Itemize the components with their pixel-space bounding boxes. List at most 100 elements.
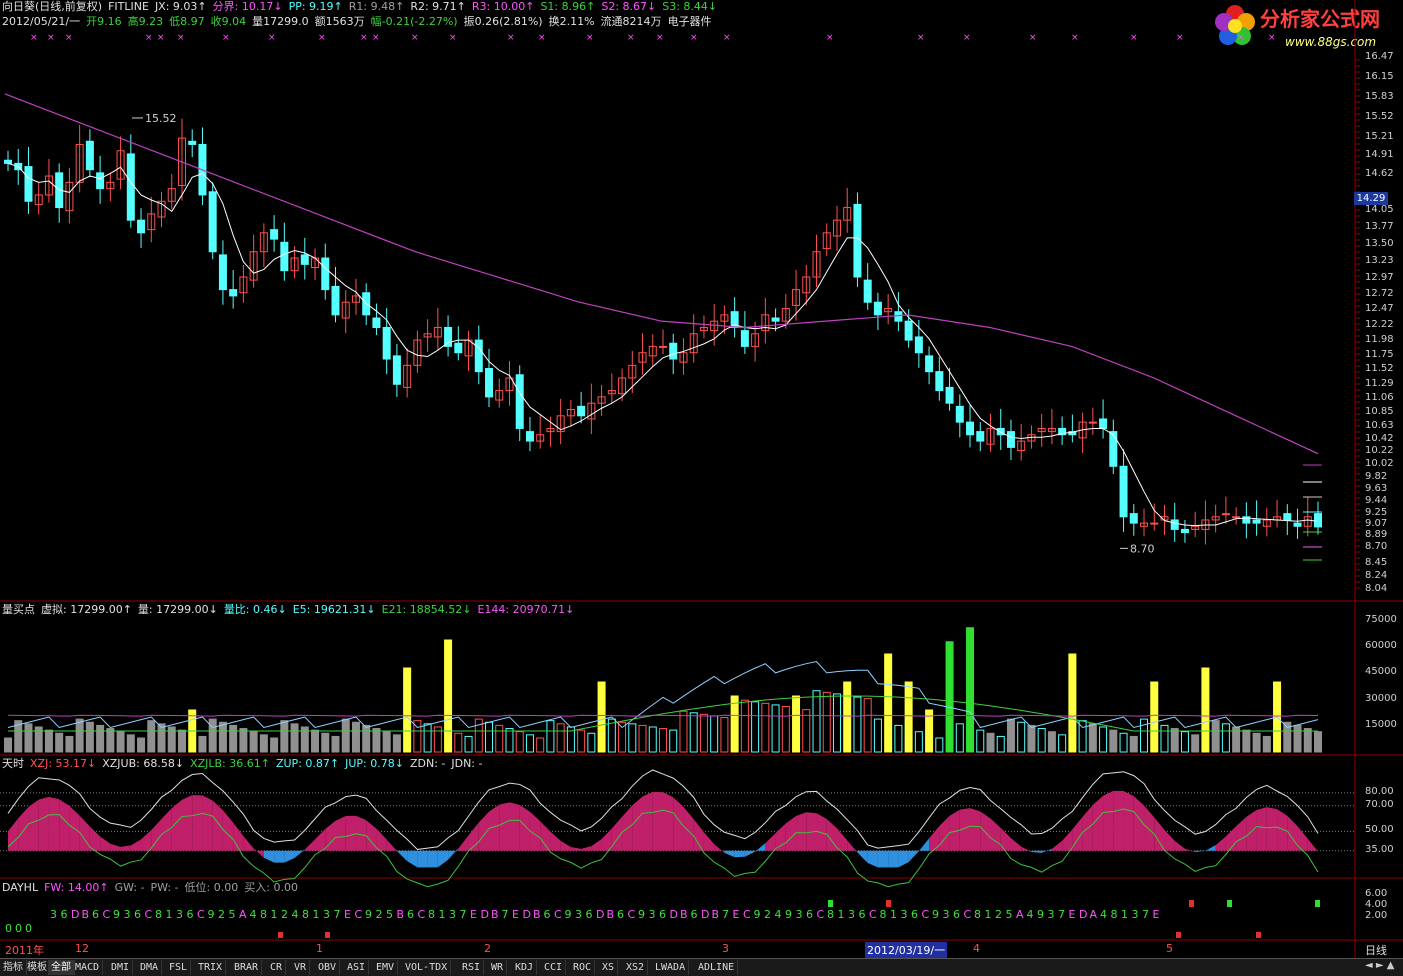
dayhl-code: E (1153, 908, 1160, 921)
osc-area (908, 850, 919, 863)
dayhl-code: 3 (1132, 908, 1139, 921)
osc_header-field: ZUP: 0.87↑ (275, 757, 340, 770)
dayhl-code: 6 (61, 908, 68, 921)
volume_header-field: 量比: 0.46↓ (223, 603, 287, 616)
osc-area (499, 802, 510, 851)
tab-lwada[interactable]: LWADA (652, 960, 690, 975)
tab-wr[interactable]: WR (488, 960, 508, 975)
tab-rsi[interactable]: RSI (459, 960, 485, 975)
volume-bar (229, 724, 238, 753)
tab-roc[interactable]: ROC (570, 960, 596, 975)
tab-cci[interactable]: CCI (541, 960, 567, 975)
price-tick: 11.75 (1365, 348, 1394, 360)
dayhl-code: 6 (92, 908, 99, 921)
dayhl-code: D (670, 908, 678, 921)
tab-全部[interactable]: 全部 (48, 960, 75, 975)
signal-mark: × (30, 33, 38, 43)
volume-bar (832, 693, 841, 753)
dayhl-code: 0 (25, 922, 32, 935)
tab-kdj[interactable]: KDJ (512, 960, 538, 975)
osc_header-field: JUP: 0.78↓ (345, 757, 404, 770)
volume-bar (740, 699, 749, 753)
volume-bar (1293, 724, 1302, 753)
dayhl-tick: 2.00 (1365, 910, 1388, 922)
price-tick: 11.06 (1365, 392, 1394, 404)
tab-xs[interactable]: XS (599, 960, 619, 975)
dayhl-tick: 6.00 (1365, 888, 1388, 900)
tab-指标[interactable]: 指标 (0, 960, 27, 975)
volume-bar (536, 737, 545, 753)
dayhl-code: B (712, 908, 720, 921)
volume-bar (914, 731, 923, 753)
dayhl-code: 6 (859, 908, 866, 921)
dayhl-signal (1189, 900, 1194, 907)
price-tick: 8.89 (1365, 529, 1388, 541)
dayhl-code: 6 (187, 908, 194, 921)
tab-macd[interactable]: MACD (72, 960, 104, 975)
dayhl-code: B (491, 908, 499, 921)
tab-obv[interactable]: OBV (315, 960, 341, 975)
tab-dmi[interactable]: DMI (108, 960, 134, 975)
tab-dma[interactable]: DMA (137, 960, 163, 975)
volume-bar (1160, 724, 1169, 753)
volume-bar (106, 728, 115, 753)
tab-模板[interactable]: 模板 (24, 960, 51, 975)
price-tick: 16.15 (1365, 71, 1394, 83)
volume-bar (85, 721, 94, 753)
volume-bar (945, 641, 954, 753)
tab-brar[interactable]: BRAR (231, 960, 263, 975)
tab-emv[interactable]: EMV (373, 960, 399, 975)
tab-trix[interactable]: TRIX (195, 960, 227, 975)
volume-bar (955, 723, 964, 753)
dayhl-code: 9 (638, 908, 645, 921)
date-label: 2 (484, 942, 491, 955)
osc-area (89, 826, 101, 851)
osc-area (437, 850, 449, 868)
candle-body (1314, 513, 1322, 528)
dayhl-code: D (71, 908, 79, 921)
dayhl-code: 9 (208, 908, 215, 921)
tab-cr[interactable]: CR (267, 960, 287, 975)
volume-bar (423, 723, 432, 753)
candle-body (382, 326, 391, 360)
volume-bar (822, 691, 831, 753)
dayhl-signal (325, 932, 330, 938)
tab-fsl[interactable]: FSL (166, 960, 192, 975)
volume-bar (781, 706, 790, 753)
osc-area (570, 846, 582, 851)
tab-vol-tdx[interactable]: VOL-TDX (402, 960, 452, 975)
dayhl-code: 4 (1100, 908, 1107, 921)
dayhl-code: 4 (1027, 908, 1034, 921)
volume-bar (126, 734, 135, 753)
dayhl-code: 9 (932, 908, 939, 921)
tab-adline[interactable]: ADLINE (695, 960, 739, 975)
chart-canvas[interactable]: 15.528.70× × × × × × × × × × × × × × × × × × × × × × × × × × × × ×3 6… (0, 0, 1403, 975)
volume-bar (812, 690, 821, 753)
volume-bar (873, 718, 882, 753)
osc-area (212, 800, 223, 851)
volume-bar (1170, 728, 1179, 753)
osc-area (1184, 848, 1196, 853)
tab-vr[interactable]: VR (291, 960, 311, 975)
volume-bar (1017, 721, 1026, 753)
dayhl_header-field: 低位: 0.00 (184, 881, 239, 894)
tab-asi[interactable]: ASI (344, 960, 370, 975)
osc-area (284, 850, 295, 863)
volume-bar (1119, 732, 1128, 753)
volume-bar (843, 681, 852, 753)
signal-mark: × (627, 33, 635, 43)
tab-scroll-arrows[interactable]: ◄ ► ▲ (1365, 960, 1394, 971)
osc-tick: 50.00 (1365, 824, 1394, 836)
volume-bar (4, 737, 12, 753)
candle-body (525, 431, 534, 442)
osc-area (407, 850, 418, 868)
candle-body (914, 336, 923, 354)
signal-mark: × (411, 33, 419, 43)
volume-bar (444, 639, 453, 753)
tab-xs2[interactable]: XS2 (623, 960, 649, 975)
date-label: 2012/03/19/一 (865, 942, 948, 958)
volume-bar (618, 721, 627, 753)
candle-body (925, 355, 934, 373)
candle-body (945, 386, 954, 404)
osc-area (683, 806, 694, 851)
